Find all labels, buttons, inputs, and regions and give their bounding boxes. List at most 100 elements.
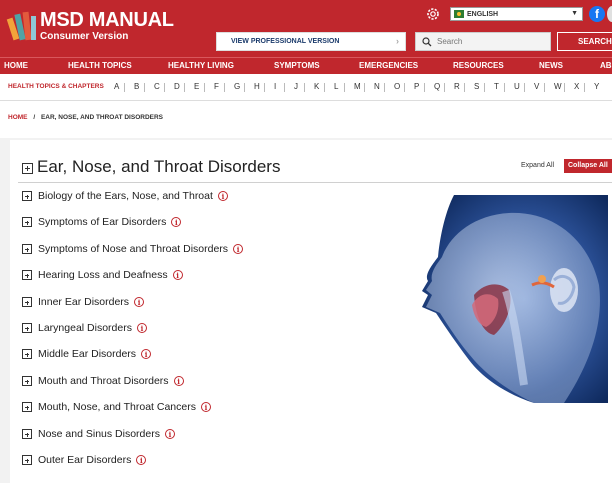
alphabet-letter-p[interactable]: P bbox=[414, 82, 419, 91]
info-icon[interactable]: i bbox=[172, 270, 183, 280]
facebook-icon[interactable]: f bbox=[589, 6, 605, 22]
expand-plus-icon[interactable] bbox=[22, 402, 32, 412]
info-icon[interactable]: i bbox=[171, 217, 182, 227]
expand-plus-icon[interactable] bbox=[22, 217, 32, 227]
topic-label[interactable]: Symptoms of Ear Disorders bbox=[38, 216, 166, 228]
nav-item-health-topics[interactable]: HEALTH TOPICS bbox=[68, 61, 132, 70]
topic-item[interactable]: Symptoms of Ear Disorders i bbox=[22, 216, 182, 228]
topic-label[interactable]: Mouth and Throat Disorders bbox=[38, 375, 169, 387]
alphabet-letter-j[interactable]: J bbox=[294, 82, 298, 91]
topic-label[interactable]: Symptoms of Nose and Throat Disorders bbox=[38, 243, 228, 255]
alphabet-letter-s[interactable]: S bbox=[474, 82, 479, 91]
alphabet-letter-c[interactable]: C bbox=[154, 82, 160, 91]
language-select[interactable]: ENGLISH ▼ bbox=[450, 7, 583, 21]
language-label: ENGLISH bbox=[467, 10, 499, 18]
topic-item[interactable]: Mouth and Throat Disorders i bbox=[22, 375, 184, 387]
alphabet-letter-v[interactable]: V bbox=[534, 82, 539, 91]
info-icon[interactable]: i bbox=[136, 323, 147, 333]
search-field[interactable] bbox=[415, 32, 551, 51]
expand-plus-icon[interactable] bbox=[22, 349, 32, 359]
topic-item[interactable]: Inner Ear Disorders i bbox=[22, 296, 145, 308]
alphabet-letter-g[interactable]: G bbox=[234, 82, 240, 91]
topic-label[interactable]: Nose and Sinus Disorders bbox=[38, 428, 160, 440]
alphabet-letter-b[interactable]: B bbox=[134, 82, 139, 91]
expand-plus-icon[interactable] bbox=[22, 455, 32, 465]
topic-item[interactable]: Mouth, Nose, and Throat Cancers i bbox=[22, 401, 211, 413]
info-icon[interactable]: i bbox=[164, 429, 175, 439]
alphabet-letter-u[interactable]: U bbox=[514, 82, 520, 91]
alphabet-letter-q[interactable]: Q bbox=[434, 82, 440, 91]
info-icon[interactable]: i bbox=[233, 244, 244, 254]
nav-item-emergencies[interactable]: EMERGENCIES bbox=[359, 61, 418, 70]
alphabet-letter-n[interactable]: N bbox=[374, 82, 380, 91]
msd-logo-icon[interactable] bbox=[6, 8, 40, 42]
professional-link-label: VIEW PROFESSIONAL VERSION bbox=[231, 38, 340, 45]
expand-plus-icon[interactable] bbox=[22, 191, 32, 201]
view-professional-version-button[interactable]: VIEW PROFESSIONAL VERSION › bbox=[216, 32, 406, 51]
expand-plus-icon[interactable] bbox=[22, 163, 33, 174]
expand-all-button[interactable]: Expand All bbox=[521, 162, 554, 169]
alphabet-letter-a[interactable]: A bbox=[114, 82, 119, 91]
alphabet-letter-r[interactable]: R bbox=[454, 82, 460, 91]
alphabet-letter-h[interactable]: H bbox=[254, 82, 260, 91]
search-input[interactable] bbox=[437, 37, 547, 46]
expand-plus-icon[interactable] bbox=[22, 270, 32, 280]
info-icon[interactable]: i bbox=[173, 376, 184, 386]
info-icon[interactable]: i bbox=[200, 402, 211, 412]
alphabet-letter-t[interactable]: T bbox=[494, 82, 499, 91]
alphabet-separator bbox=[564, 83, 565, 92]
alphabet-letter-m[interactable]: M bbox=[354, 82, 361, 91]
flag-icon bbox=[454, 10, 464, 18]
nav-item-about[interactable]: AB bbox=[600, 61, 612, 70]
alphabet-letter-w[interactable]: W bbox=[554, 82, 562, 91]
topic-item[interactable]: Hearing Loss and Deafness i bbox=[22, 269, 183, 281]
alphabet-letter-d[interactable]: D bbox=[174, 82, 180, 91]
topic-label[interactable]: Middle Ear Disorders bbox=[38, 348, 136, 360]
topic-label[interactable]: Outer Ear Disorders bbox=[38, 454, 131, 466]
info-icon[interactable]: i bbox=[141, 349, 152, 359]
expand-plus-icon[interactable] bbox=[22, 297, 32, 307]
nav-item-home[interactable]: HOME bbox=[4, 61, 28, 70]
alphabet-letter-l[interactable]: L bbox=[334, 82, 338, 91]
topic-item[interactable]: Outer Ear Disorders i bbox=[22, 454, 147, 466]
nav-item-news[interactable]: NEWS bbox=[539, 61, 563, 70]
gear-icon[interactable] bbox=[425, 6, 441, 22]
alphabet-letter-e[interactable]: E bbox=[194, 82, 199, 91]
nav-item-resources[interactable]: RESOURCES bbox=[453, 61, 504, 70]
topic-item[interactable]: Symptoms of Nose and Throat Disorders i bbox=[22, 243, 244, 255]
topic-item[interactable]: Laryngeal Disorders i bbox=[22, 322, 147, 334]
nav-item-symptoms[interactable]: SYMPTOMS bbox=[274, 61, 320, 70]
alphabet-label[interactable]: HEALTH TOPICS & CHAPTERS bbox=[8, 83, 104, 90]
topic-label[interactable]: Inner Ear Disorders bbox=[38, 296, 129, 308]
topic-item[interactable]: Nose and Sinus Disorders i bbox=[22, 428, 175, 440]
collapse-all-button[interactable]: Collapse All bbox=[564, 159, 612, 173]
alphabet-letter-o[interactable]: O bbox=[394, 82, 400, 91]
expand-plus-icon[interactable] bbox=[22, 323, 32, 333]
alphabet-separator bbox=[364, 83, 365, 92]
alphabet-letter-f[interactable]: F bbox=[214, 82, 219, 91]
alphabet-letter-x[interactable]: X bbox=[574, 82, 579, 91]
topic-item[interactable]: Biology of the Ears, Nose, and Throat i bbox=[22, 190, 228, 202]
topic-label[interactable]: Mouth, Nose, and Throat Cancers bbox=[38, 401, 196, 413]
alphabet-letter-y[interactable]: Y bbox=[594, 82, 599, 91]
info-icon[interactable]: i bbox=[134, 297, 145, 307]
alphabet-letter-k[interactable]: K bbox=[314, 82, 319, 91]
alphabet-separator bbox=[124, 83, 125, 92]
expand-plus-icon[interactable] bbox=[22, 429, 32, 439]
page-title-row[interactable]: Ear, Nose, and Throat Disorders bbox=[22, 157, 280, 177]
search-button[interactable]: SEARCH bbox=[557, 32, 612, 51]
social-icon-partial[interactable] bbox=[607, 6, 612, 22]
alphabet-letter-i[interactable]: I bbox=[274, 82, 276, 91]
expand-plus-icon[interactable] bbox=[22, 376, 32, 386]
brand[interactable]: MSD MANUAL Consumer Version bbox=[40, 10, 174, 43]
breadcrumb-home[interactable]: HOME bbox=[8, 114, 28, 121]
expand-plus-icon[interactable] bbox=[22, 244, 32, 254]
topic-label[interactable]: Laryngeal Disorders bbox=[38, 322, 132, 334]
topic-label[interactable]: Biology of the Ears, Nose, and Throat bbox=[38, 190, 213, 202]
alphabet-separator bbox=[444, 83, 445, 92]
topic-label[interactable]: Hearing Loss and Deafness bbox=[38, 269, 168, 281]
info-icon[interactable]: i bbox=[136, 455, 147, 465]
nav-item-healthy-living[interactable]: HEALTHY LIVING bbox=[168, 61, 234, 70]
info-icon[interactable]: i bbox=[217, 191, 228, 201]
topic-item[interactable]: Middle Ear Disorders i bbox=[22, 348, 152, 360]
